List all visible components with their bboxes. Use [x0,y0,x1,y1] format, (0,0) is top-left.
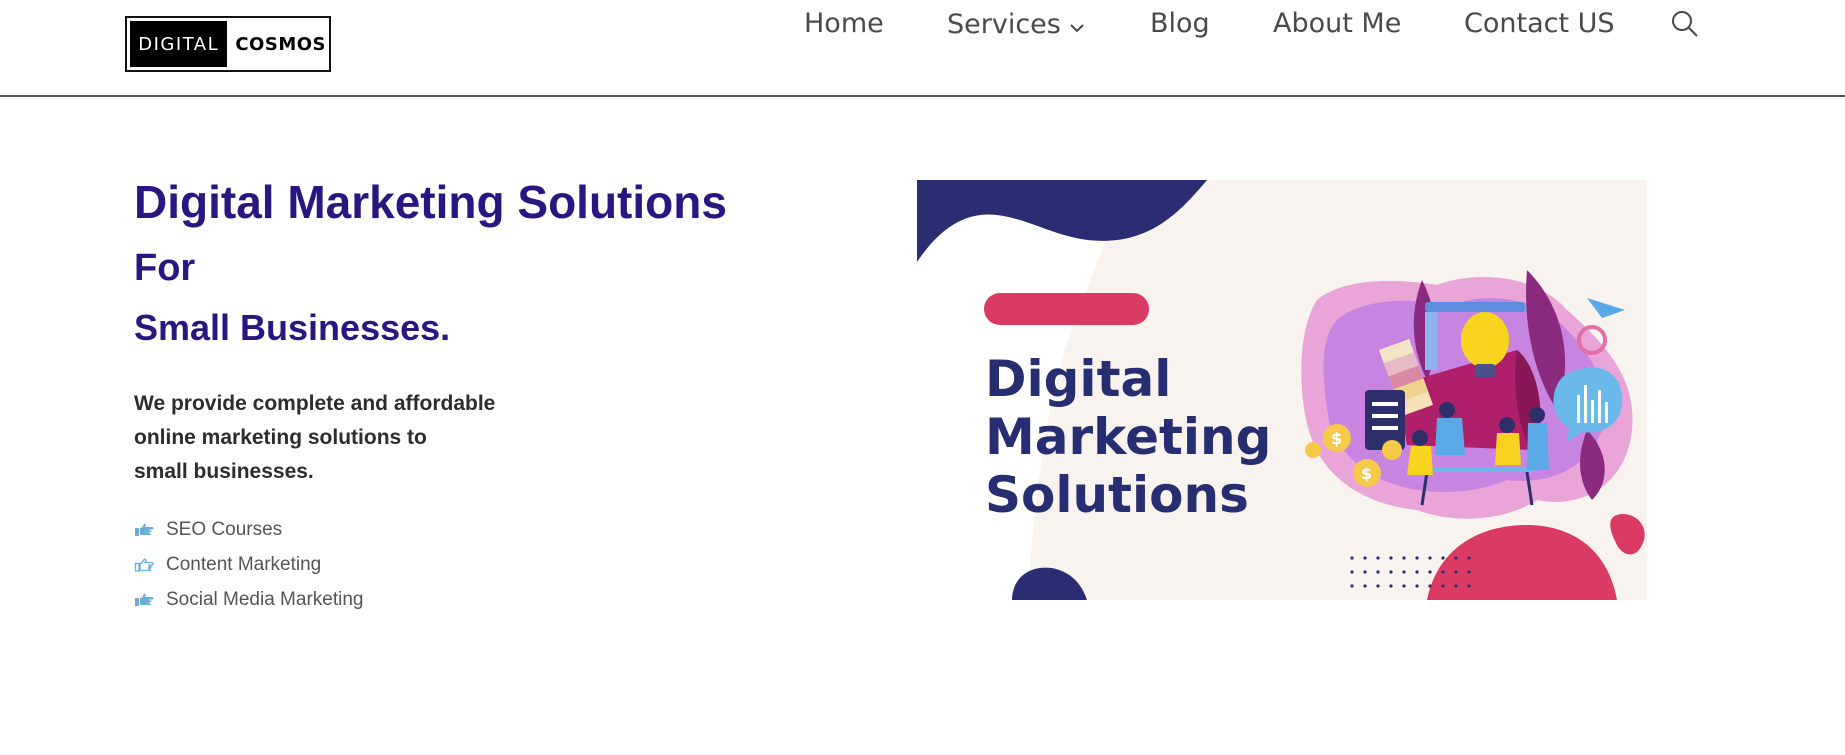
pointing-hand-icon [134,522,154,538]
hero-banner-image: $ $ Digital Marketing Solutions [917,180,1647,600]
pointing-hand-icon [134,592,154,608]
banner-title: Digital Marketing Solutions [985,350,1271,524]
feature-list: SEO Courses Content Marketing Social Med… [134,512,363,617]
nav-contact-us[interactable]: Contact US [1464,8,1615,39]
search-icon[interactable] [1670,9,1700,44]
feature-label: Content Marketing [166,553,322,575]
nav-services-label: Services [947,9,1061,40]
site-logo[interactable]: DIGITAL COSMOS [125,16,331,72]
feature-item-seo: SEO Courses [134,512,363,547]
svg-text:$: $ [1331,429,1342,448]
banner-title-line: Solutions [985,466,1249,524]
nav-services[interactable]: Services [947,8,1085,41]
nav-blog[interactable]: Blog [1150,8,1210,39]
feature-item-content-marketing: Content Marketing [134,547,363,582]
pointing-hand-outline-icon [134,557,154,573]
hero-subtitle-small-businesses: Small Businesses. [134,307,451,348]
hero-title: Digital Marketing Solutions [134,176,727,228]
site-header: DIGITAL COSMOS Home Services Blog About … [0,0,1845,97]
nav-about-me[interactable]: About Me [1273,8,1401,39]
banner-title-line: Digital [985,350,1172,408]
hero-description-line: online marketing solutions to [134,426,427,449]
logo-digital-text: DIGITAL [130,21,228,67]
hero-description: We provide complete and affordable onlin… [134,387,554,489]
feature-label: Social Media Marketing [166,588,364,610]
logo-cosmos-text: COSMOS [235,33,326,55]
hero-description-line: We provide complete and affordable [134,392,496,415]
hero-subtitle-for: For [134,247,196,289]
feature-label: SEO Courses [166,518,283,540]
nav-home[interactable]: Home [804,8,884,39]
banner-title-line: Marketing [985,408,1272,466]
chevron-down-icon [1069,10,1085,41]
hero-description-line: small businesses. [134,460,314,483]
svg-text:$: $ [1361,464,1372,483]
feature-item-social-media: Social Media Marketing [134,582,363,617]
